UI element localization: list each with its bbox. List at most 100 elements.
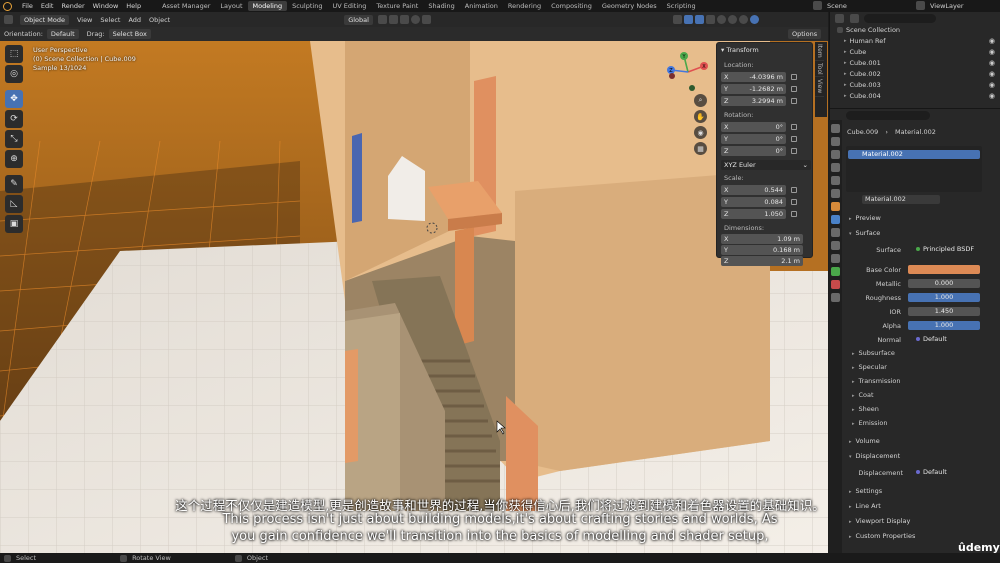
- scene-selector[interactable]: Scene: [812, 1, 847, 10]
- tab-texture-paint[interactable]: Texture Paint: [371, 1, 423, 11]
- pan-button[interactable]: ✋: [694, 110, 707, 123]
- normal-field[interactable]: Default: [908, 335, 980, 344]
- drag-dropdown[interactable]: Select Box: [108, 29, 151, 39]
- eye-icon[interactable]: ◉: [989, 70, 995, 78]
- scale-z-field[interactable]: Z 1.050: [721, 209, 786, 219]
- transform-orientation-dropdown[interactable]: Global: [344, 14, 373, 25]
- location-z-field[interactable]: Z 3.2994 m: [721, 96, 786, 106]
- eye-icon[interactable]: ◉: [989, 48, 995, 56]
- rotation-y-field[interactable]: Y 0°: [721, 134, 786, 144]
- scene-tab-icon[interactable]: [831, 176, 840, 185]
- menu-add[interactable]: Add: [128, 16, 141, 24]
- lock-icon[interactable]: [791, 86, 797, 92]
- eye-icon[interactable]: ◉: [989, 92, 995, 100]
- dimensions-y-field[interactable]: Y 0.168 m: [721, 245, 803, 255]
- visibility-icon[interactable]: [672, 15, 682, 24]
- location-y-field[interactable]: Y -1.2682 m: [721, 84, 786, 94]
- surface-shader-field[interactable]: Principled BSDF: [908, 245, 980, 254]
- outliner-search-input[interactable]: [864, 13, 936, 23]
- constraints-tab-icon[interactable]: [831, 254, 840, 263]
- rotation-x-field[interactable]: X 0°: [721, 122, 786, 132]
- menu-edit[interactable]: Edit: [41, 2, 54, 10]
- tab-tool[interactable]: Tool: [815, 61, 824, 78]
- shading-material-icon[interactable]: [738, 15, 748, 24]
- roughness-field[interactable]: 1.000: [908, 293, 980, 302]
- material-tab-icon[interactable]: [831, 280, 840, 289]
- outliner-item-human-ref[interactable]: ▸ Human Ref ◉: [830, 35, 1000, 46]
- lock-icon[interactable]: [791, 124, 797, 130]
- menu-window[interactable]: Window: [93, 2, 119, 10]
- material-name-field[interactable]: Material.002: [862, 195, 940, 204]
- zoom-button[interactable]: ⌕: [694, 94, 707, 107]
- render-tab-icon[interactable]: [831, 137, 840, 146]
- alpha-field[interactable]: 1.000: [908, 321, 980, 330]
- material-slot-item[interactable]: Material.002: [848, 150, 980, 159]
- subsection-sheen[interactable]: ▸ Sheen: [852, 405, 879, 413]
- falloff-icon[interactable]: [421, 15, 431, 24]
- options-button[interactable]: Options: [788, 29, 822, 39]
- menu-view[interactable]: View: [77, 16, 92, 24]
- outliner-item-cube[interactable]: ▸ Cube ◉: [830, 46, 1000, 57]
- output-tab-icon[interactable]: [831, 150, 840, 159]
- tab-rendering[interactable]: Rendering: [503, 1, 546, 11]
- xray-icon[interactable]: [705, 15, 715, 24]
- subsection-coat[interactable]: ▸ Coat: [852, 391, 874, 399]
- cursor-tool[interactable]: ◎: [5, 65, 23, 83]
- shading-solid-icon[interactable]: [727, 15, 737, 24]
- tool-tab-icon[interactable]: [831, 124, 840, 133]
- tab-geometry-nodes[interactable]: Geometry Nodes: [597, 1, 662, 11]
- section-displacement[interactable]: ▾ Displacement: [849, 452, 900, 460]
- snap-target-icon[interactable]: [399, 15, 409, 24]
- editor-type-icon[interactable]: [4, 15, 13, 24]
- ortho-toggle-button[interactable]: ▦: [694, 142, 707, 155]
- gizmo-toggle-icon[interactable]: [683, 15, 693, 24]
- subsection-emission[interactable]: ▸ Emission: [852, 419, 887, 427]
- menu-file[interactable]: File: [22, 2, 33, 10]
- menu-render[interactable]: Render: [61, 2, 84, 10]
- outliner-item-cube-003[interactable]: ▸ Cube.003 ◉: [830, 79, 1000, 90]
- lock-icon[interactable]: [791, 187, 797, 193]
- object-tab-icon[interactable]: [831, 202, 840, 211]
- properties-search-input[interactable]: [846, 111, 930, 120]
- lock-icon[interactable]: [791, 211, 797, 217]
- subsection-subsurface[interactable]: ▸ Subsurface: [852, 349, 895, 357]
- tab-item[interactable]: Item: [815, 42, 824, 61]
- shading-rendered-icon[interactable]: [749, 15, 759, 24]
- dimensions-x-field[interactable]: X 1.09 m: [721, 234, 803, 244]
- select-box-tool[interactable]: ⬚: [5, 45, 23, 63]
- filter-icon[interactable]: [850, 13, 859, 23]
- scale-y-field[interactable]: Y 0.084: [721, 197, 786, 207]
- lock-icon[interactable]: [791, 98, 797, 104]
- outliner-item-cube-004[interactable]: ▸ Cube.004 ◉: [830, 90, 1000, 101]
- section-settings[interactable]: ▸ Settings: [849, 487, 882, 495]
- view-layer-selector[interactable]: ViewLayer: [915, 1, 964, 10]
- tab-animation[interactable]: Animation: [460, 1, 503, 11]
- tab-uv-editing[interactable]: UV Editing: [327, 1, 371, 11]
- rotation-mode-dropdown[interactable]: XYZ Euler ⌄: [721, 160, 811, 170]
- editor-type-icon[interactable]: [835, 13, 844, 23]
- tab-view[interactable]: View: [815, 77, 824, 97]
- data-tab-icon[interactable]: [831, 267, 840, 276]
- shading-wireframe-icon[interactable]: [716, 15, 726, 24]
- outliner-item-cube-002[interactable]: ▸ Cube.002 ◉: [830, 68, 1000, 79]
- section-volume[interactable]: ▸ Volume: [849, 437, 880, 445]
- world-tab-icon[interactable]: [831, 189, 840, 198]
- lock-icon[interactable]: [791, 148, 797, 154]
- modifier-tab-icon[interactable]: [831, 215, 840, 224]
- blender-logo-icon[interactable]: [3, 1, 12, 11]
- subsection-specular[interactable]: ▸ Specular: [852, 363, 887, 371]
- snap-icon[interactable]: [388, 15, 398, 24]
- tab-sculpting[interactable]: Sculpting: [287, 1, 327, 11]
- menu-help[interactable]: Help: [126, 2, 141, 10]
- dimensions-z-field[interactable]: Z 2.1 m: [721, 256, 803, 266]
- section-preview[interactable]: ▸ Preview: [849, 214, 881, 222]
- scale-tool[interactable]: ⤡: [5, 130, 23, 148]
- displacement-field[interactable]: Default: [908, 468, 980, 477]
- lock-icon[interactable]: [791, 136, 797, 142]
- tab-modeling[interactable]: Modeling: [247, 1, 288, 11]
- texture-tab-icon[interactable]: [831, 293, 840, 302]
- metallic-field[interactable]: 0.000: [908, 279, 980, 288]
- scale-x-field[interactable]: X 0.544: [721, 185, 786, 195]
- tab-scripting[interactable]: Scripting: [662, 1, 701, 11]
- camera-view-button[interactable]: ◉: [694, 126, 707, 139]
